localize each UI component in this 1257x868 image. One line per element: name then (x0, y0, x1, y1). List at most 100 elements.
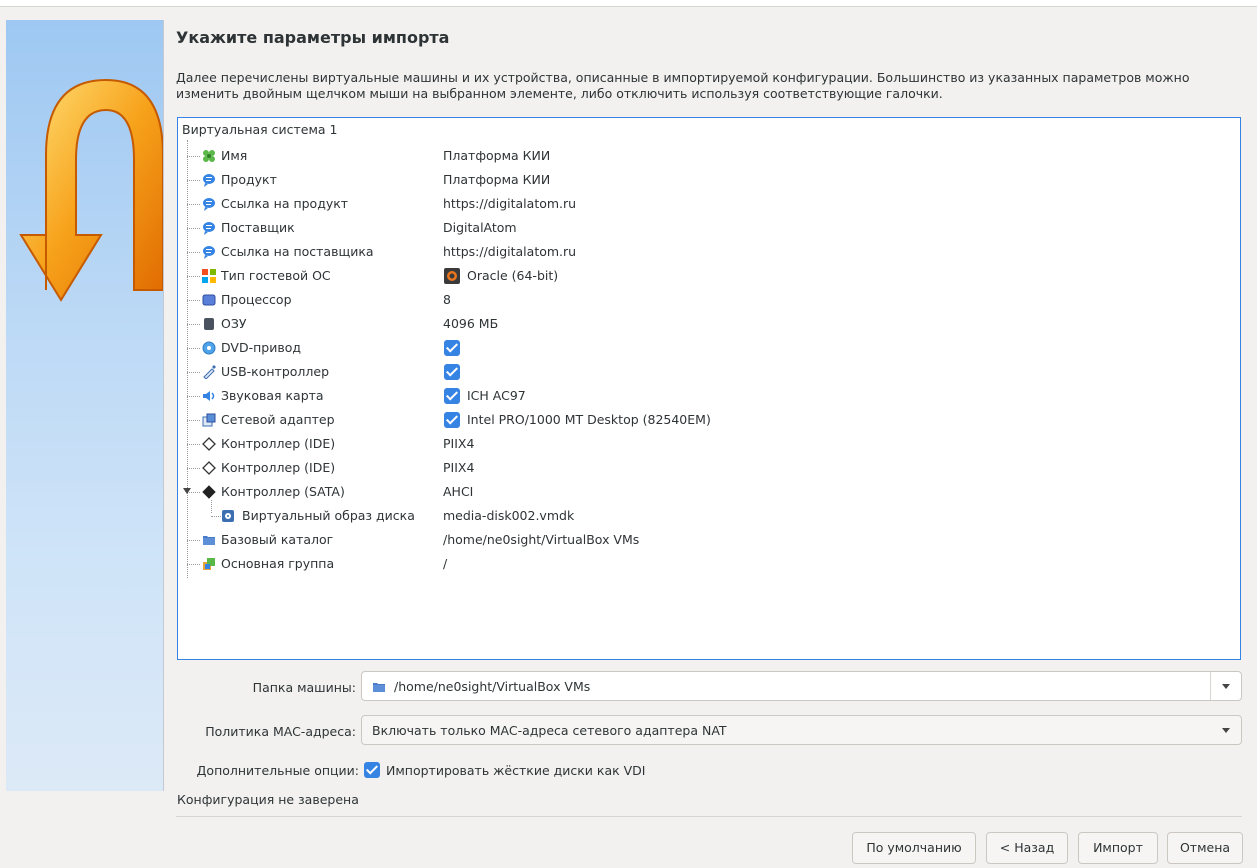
import-arrow-icon (19, 78, 163, 302)
import-vdi-label[interactable]: Импортировать жёсткие диски как VDI (386, 763, 646, 778)
oracle-os-icon (444, 268, 460, 284)
tree-row-value[interactable]: DigitalAtom (443, 220, 517, 235)
mac-policy-arrow-zone (1211, 716, 1241, 744)
tree-row-value[interactable]: ICH AC97 (467, 388, 526, 403)
tree-row-cpu[interactable]: Процессор 8 (178, 288, 1238, 312)
usb-checkbox[interactable] (444, 364, 460, 380)
usb-icon (203, 365, 216, 379)
signature-status: Конфигурация не заверена (177, 792, 359, 807)
tree-row-os-type[interactable]: Тип гостевой ОС Oracle (64-bit) (178, 264, 1238, 288)
tree-row-value[interactable]: Oracle (64-bit) (467, 268, 558, 283)
tree-row-name[interactable]: Имя Платформа КИИ (178, 144, 1238, 168)
tree-row-label: Ссылка на поставщика (221, 244, 374, 259)
mac-policy-select[interactable]: Включать только MAC-адреса сетевого адап… (361, 715, 1242, 745)
folder-icon (203, 536, 215, 545)
chevron-down-icon (1222, 684, 1230, 689)
tree-row-label: Звуковая карта (221, 388, 324, 403)
cpu-icon (202, 294, 216, 306)
machine-folder-combo[interactable]: /home/ne0sight/VirtualBox VMs (361, 671, 1242, 701)
tree-row-dvd[interactable]: DVD-привод (178, 336, 1238, 360)
tree-row-vendor[interactable]: Поставщик DigitalAtom (178, 216, 1238, 240)
appliance-settings-tree[interactable]: Виртуальная система 1 Имя Платформа КИИ … (177, 117, 1241, 660)
machine-folder-dropdown-button[interactable] (1210, 672, 1241, 700)
page-title: Укажите параметры импорта (176, 28, 450, 47)
tree-row-label: Ссылка на продукт (221, 196, 349, 211)
description-icon (203, 222, 215, 235)
tree-row-value[interactable]: https://digitalatom.ru (443, 244, 576, 259)
name-icon (203, 150, 215, 162)
chevron-down-icon (1222, 728, 1230, 733)
back-button[interactable]: < Назад (986, 832, 1068, 864)
tree-row-label: Базовый каталог (221, 532, 334, 547)
tree-row-primary-group[interactable]: Основная группа / (178, 552, 1238, 576)
machine-folder-value: /home/ne0sight/VirtualBox VMs (394, 679, 591, 694)
tree-row-label: Продукт (221, 172, 277, 187)
import-vdi-checkbox[interactable] (364, 762, 380, 778)
tree-row-value[interactable]: 8 (443, 292, 451, 307)
ram-icon (204, 318, 214, 330)
network-checkbox[interactable] (444, 412, 460, 428)
tree-row-vendor-url[interactable]: Ссылка на поставщика https://digitalatom… (178, 240, 1238, 264)
description-icon (203, 246, 215, 259)
tree-row-label: Виртуальный образ диска (242, 508, 415, 523)
tree-row-value[interactable]: AHCI (443, 484, 473, 499)
ide-controller-icon (202, 437, 216, 451)
tree-row-label: Сетевой адаптер (221, 412, 335, 427)
tree-row-value[interactable]: Платформа КИИ (443, 172, 550, 187)
import-button[interactable]: Импорт (1078, 832, 1158, 864)
tree-row-value[interactable]: Intel PRO/1000 MT Desktop (82540EM) (467, 412, 711, 427)
tree-row-value[interactable]: media-disk002.vmdk (443, 508, 574, 523)
tree-row-label: Тип гостевой ОС (221, 268, 331, 283)
tree-row-label: DVD-привод (221, 340, 301, 355)
tree-row-virtual-disk-image[interactable]: Виртуальный образ диска media-disk002.vm… (178, 504, 1238, 528)
tree-row-value[interactable]: https://digitalatom.ru (443, 196, 576, 211)
tree-row-label: Основная группа (221, 556, 335, 571)
ide-controller-icon (202, 461, 216, 475)
dvd-checkbox[interactable] (444, 340, 460, 356)
page-description: Далее перечислены виртуальные машины и и… (176, 70, 1190, 101)
button-separator (176, 816, 1242, 817)
tree-row-value[interactable]: PIIX4 (443, 460, 474, 475)
tree-row-network[interactable]: Сетевой адаптер Intel PRO/1000 MT Deskto… (178, 408, 1238, 432)
tree-root-virtual-system[interactable]: Виртуальная система 1 (182, 122, 338, 137)
tree-row-label: Контроллер (IDE) (221, 436, 336, 451)
tree-row-usb[interactable]: USB-контроллер (178, 360, 1238, 384)
sound-checkbox[interactable] (444, 388, 460, 404)
tree-row-value[interactable]: Платформа КИИ (443, 148, 550, 163)
tree-row-label: Процессор (221, 292, 292, 307)
dvd-icon (202, 341, 216, 355)
expand-arrow-icon[interactable] (183, 488, 191, 494)
tree-row-label: Контроллер (IDE) (221, 460, 336, 475)
restore-defaults-button[interactable]: По умолчанию (852, 832, 976, 864)
tree-row-sata-controller[interactable]: Контроллер (SATA) AHCI (178, 480, 1238, 504)
group-icon (203, 558, 215, 570)
description-icon (203, 198, 215, 211)
sata-controller-icon (202, 485, 216, 499)
tree-row-base-folder[interactable]: Базовый каталог /home/ne0sight/VirtualBo… (178, 528, 1238, 552)
tree-row-value[interactable]: PIIX4 (443, 436, 474, 451)
sound-icon (203, 391, 215, 401)
tree-row-label: USB-контроллер (221, 364, 330, 379)
tree-row-label: Имя (221, 148, 248, 163)
extra-options-label: Дополнительные опции: (196, 763, 359, 778)
tree-row-value[interactable]: / (443, 556, 447, 571)
os-type-icon (202, 269, 216, 283)
machine-folder-label: Папка машины: (252, 680, 356, 695)
cancel-button[interactable]: Отмена (1167, 832, 1243, 864)
tree-row-sound[interactable]: Звуковая карта ICH AC97 (178, 384, 1238, 408)
tree-row-product[interactable]: Продукт Платформа КИИ (178, 168, 1238, 192)
mac-policy-value: Включать только MAC-адреса сетевого адап… (372, 723, 727, 738)
tree-row-product-url[interactable]: Ссылка на продукт https://digitalatom.ru (178, 192, 1238, 216)
tree-row-label: Контроллер (SATA) (221, 484, 345, 499)
tree-row-ide-controller-1[interactable]: Контроллер (IDE) PIIX4 (178, 432, 1238, 456)
tree-row-label: ОЗУ (221, 316, 247, 331)
tree-row-ram[interactable]: ОЗУ 4096 МБ (178, 312, 1238, 336)
tree-row-ide-controller-2[interactable]: Контроллер (IDE) PIIX4 (178, 456, 1238, 480)
mac-policy-label: Политика MAC-адреса: (205, 724, 356, 739)
hard-disk-icon (222, 510, 234, 522)
tree-row-value[interactable]: /home/ne0sight/VirtualBox VMs (443, 532, 639, 547)
description-icon (203, 174, 215, 187)
tree-row-value[interactable]: 4096 МБ (443, 316, 498, 331)
tree-row-label: Поставщик (221, 220, 295, 235)
window-top-edge (0, 0, 1257, 7)
